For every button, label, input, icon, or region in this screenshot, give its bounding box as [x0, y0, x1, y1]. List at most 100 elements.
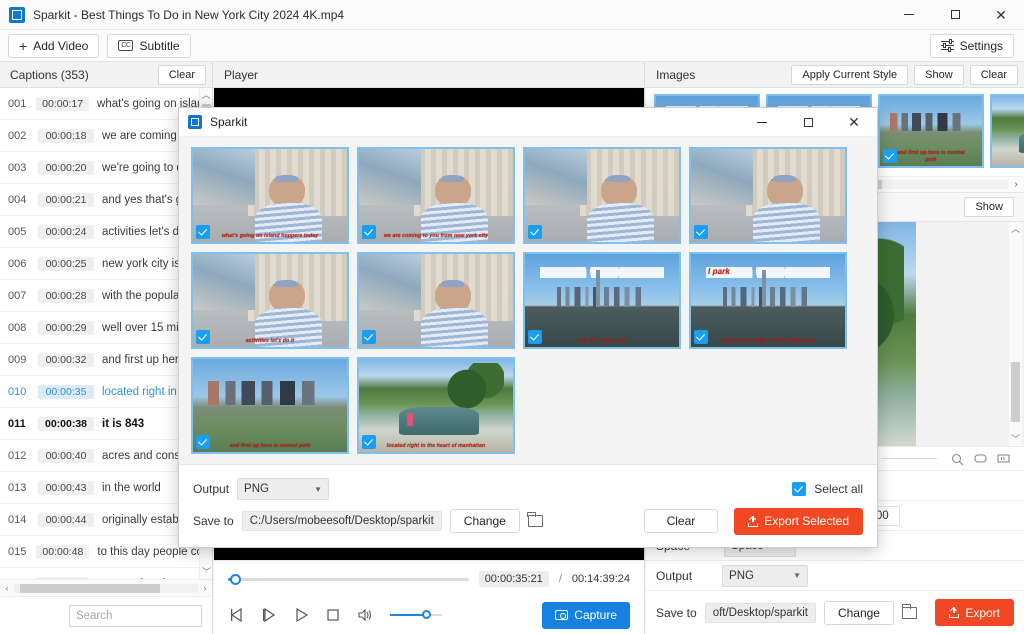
caption-timecode: 00:00:40 — [38, 449, 94, 463]
caption-index: 016 — [8, 578, 36, 580]
thumbnail-checkbox[interactable] — [362, 330, 376, 344]
seek-handle[interactable] — [230, 574, 241, 585]
subtitle-label: Subtitle — [139, 39, 179, 53]
dialog-thumbnail[interactable]: with the population — [523, 252, 681, 349]
caption-timecode: 00:00:44 — [38, 513, 94, 527]
dialog-footer: Output PNG ▼ Select all Save to C:/Users… — [179, 464, 877, 547]
hscroll-track[interactable] — [14, 584, 198, 593]
player-controls: 00:00:35:21 / 00:14:39:24 — [214, 560, 644, 634]
strip-thumbnail[interactable]: and first up here is central park — [878, 94, 984, 168]
chevron-up-icon[interactable]: ︿ — [200, 88, 212, 102]
player-title: Player — [224, 68, 258, 82]
transport-controls: Capture — [228, 597, 630, 633]
preview-caption-top: l park — [708, 268, 916, 275]
magnifier-plus-icon[interactable] — [951, 453, 964, 465]
chevron-down-icon: ▼ — [314, 485, 322, 494]
play-icon[interactable] — [292, 606, 310, 624]
chevron-down-icon[interactable]: ﹀ — [200, 565, 212, 579]
apply-current-style-button[interactable]: Apply Current Style — [791, 65, 908, 85]
thumbnail-checkbox[interactable] — [196, 330, 210, 344]
step-forward-icon[interactable] — [260, 606, 278, 624]
close-icon[interactable]: ✕ — [978, 0, 1024, 30]
hscroll-thumb[interactable] — [20, 584, 160, 593]
images-clear-button[interactable]: Clear — [970, 65, 1018, 85]
preview-vertical-scrollbar[interactable]: ︿ ﹀ — [1009, 222, 1022, 446]
actual-size-icon[interactable] — [997, 453, 1010, 465]
folder-icon[interactable] — [528, 515, 543, 527]
thumbnail-checkbox[interactable] — [196, 225, 210, 239]
dialog-thumbnail[interactable]: and first up here is central park — [191, 357, 349, 454]
output-select[interactable]: PNG ▼ — [722, 565, 808, 587]
captions-clear-button[interactable]: Clear — [158, 65, 206, 85]
thumbnail-checkbox[interactable] — [362, 435, 376, 449]
seek-slider[interactable] — [228, 578, 469, 581]
capture-button[interactable]: Capture — [542, 602, 630, 629]
output-row: Output PNG ▼ — [646, 560, 1024, 590]
dialog-clear-button[interactable]: Clear — [644, 509, 719, 533]
search-box[interactable] — [69, 605, 202, 627]
dialog-change-button[interactable]: Change — [450, 509, 520, 533]
export-selected-button[interactable]: Export Selected — [734, 508, 863, 535]
time-separator: / — [559, 573, 562, 585]
thumbnail-caption: well over 15 million in the metro area — [691, 338, 845, 345]
caption-timecode: 00:00:25 — [38, 257, 94, 271]
dialog-thumbnail[interactable]: we are coming to you from new york city — [357, 147, 515, 244]
thumbnail-checkbox[interactable] — [694, 225, 708, 239]
settings-button[interactable]: Settings — [930, 34, 1014, 58]
chevron-up-icon[interactable]: ︿ — [1009, 222, 1022, 236]
preview-scrollbar-thumb[interactable] — [1011, 362, 1020, 422]
zoom-slider[interactable] — [881, 458, 937, 459]
minimize-icon[interactable] — [886, 0, 932, 30]
thumbnail-checkbox[interactable] — [528, 225, 542, 239]
preview-show-button[interactable]: Show — [964, 197, 1014, 217]
export-button[interactable]: Export — [935, 599, 1014, 626]
stop-icon[interactable] — [324, 606, 342, 624]
maximize-icon[interactable] — [932, 0, 978, 30]
save-to-path[interactable]: oft/Desktop/sparkit — [705, 603, 816, 623]
maximize-icon[interactable] — [785, 107, 831, 137]
thumbnail-checkbox[interactable] — [528, 330, 542, 344]
step-backward-icon[interactable] — [228, 606, 246, 624]
player-panel-header: Player — [214, 62, 644, 88]
thumbnail-checkbox[interactable] — [362, 225, 376, 239]
fit-screen-icon[interactable] — [974, 453, 987, 465]
thumbnail-checkbox[interactable] — [883, 149, 897, 163]
chevron-down-icon[interactable]: ﹀ — [1009, 432, 1022, 446]
dialog-thumbnail[interactable]: what's going on island hoppers today — [191, 147, 349, 244]
speaker-icon[interactable] — [356, 606, 374, 624]
dialog-thumbnail[interactable] — [689, 147, 847, 244]
caption-timecode: 00:00:20 — [38, 161, 94, 175]
dialog-thumbnail[interactable] — [357, 252, 515, 349]
folder-icon[interactable] — [902, 607, 917, 619]
captions-horizontal-scrollbar[interactable]: ‹ › — [0, 579, 212, 596]
volume-slider[interactable] — [390, 614, 442, 617]
caption-timecode: 00:00:29 — [38, 321, 94, 335]
search-input[interactable] — [76, 610, 230, 622]
thumbnail-checkbox[interactable] — [694, 330, 708, 344]
volume-handle[interactable] — [422, 610, 431, 619]
change-folder-button[interactable]: Change — [824, 601, 894, 625]
caption-row[interactable]: 01600:00:50to central park to escape — [0, 568, 212, 579]
select-all-checkbox[interactable] — [792, 482, 806, 496]
dialog-output-row: Output PNG ▼ Select all — [193, 473, 863, 505]
strip-thumbnail[interactable] — [990, 94, 1024, 168]
add-video-button[interactable]: + Add Video — [8, 34, 99, 58]
minimize-icon[interactable] — [739, 107, 785, 137]
dialog-thumbnail[interactable] — [523, 147, 681, 244]
thumbnail-caption: we are coming to you from new york city — [359, 233, 513, 240]
dialog-thumbnail[interactable]: activities let's do it — [191, 252, 349, 349]
dialog-save-to-path[interactable]: C:/Users/mobeesoft/Desktop/sparkit — [242, 511, 442, 531]
chevron-left-icon[interactable]: ‹ — [0, 583, 14, 593]
thumbnail-checkbox[interactable] — [196, 435, 210, 449]
caption-timecode: 00:00:50 — [36, 577, 88, 580]
dialog-thumbnail[interactable]: located right in the heart of manhattan — [357, 357, 515, 454]
images-show-button[interactable]: Show — [914, 65, 964, 85]
subtitle-button[interactable]: CC Subtitle — [107, 34, 190, 58]
plus-icon: + — [19, 39, 27, 53]
dialog-output-select[interactable]: PNG ▼ — [237, 478, 329, 500]
save-to-row: Save to oft/Desktop/sparkit Change Expor… — [646, 590, 1024, 634]
close-icon[interactable]: ✕ — [831, 107, 877, 137]
chevron-right-icon[interactable]: › — [1008, 179, 1024, 190]
dialog-thumbnail-grid[interactable]: what's going on island hoppers today we a… — [179, 137, 877, 464]
chevron-right-icon[interactable]: › — [198, 583, 212, 593]
